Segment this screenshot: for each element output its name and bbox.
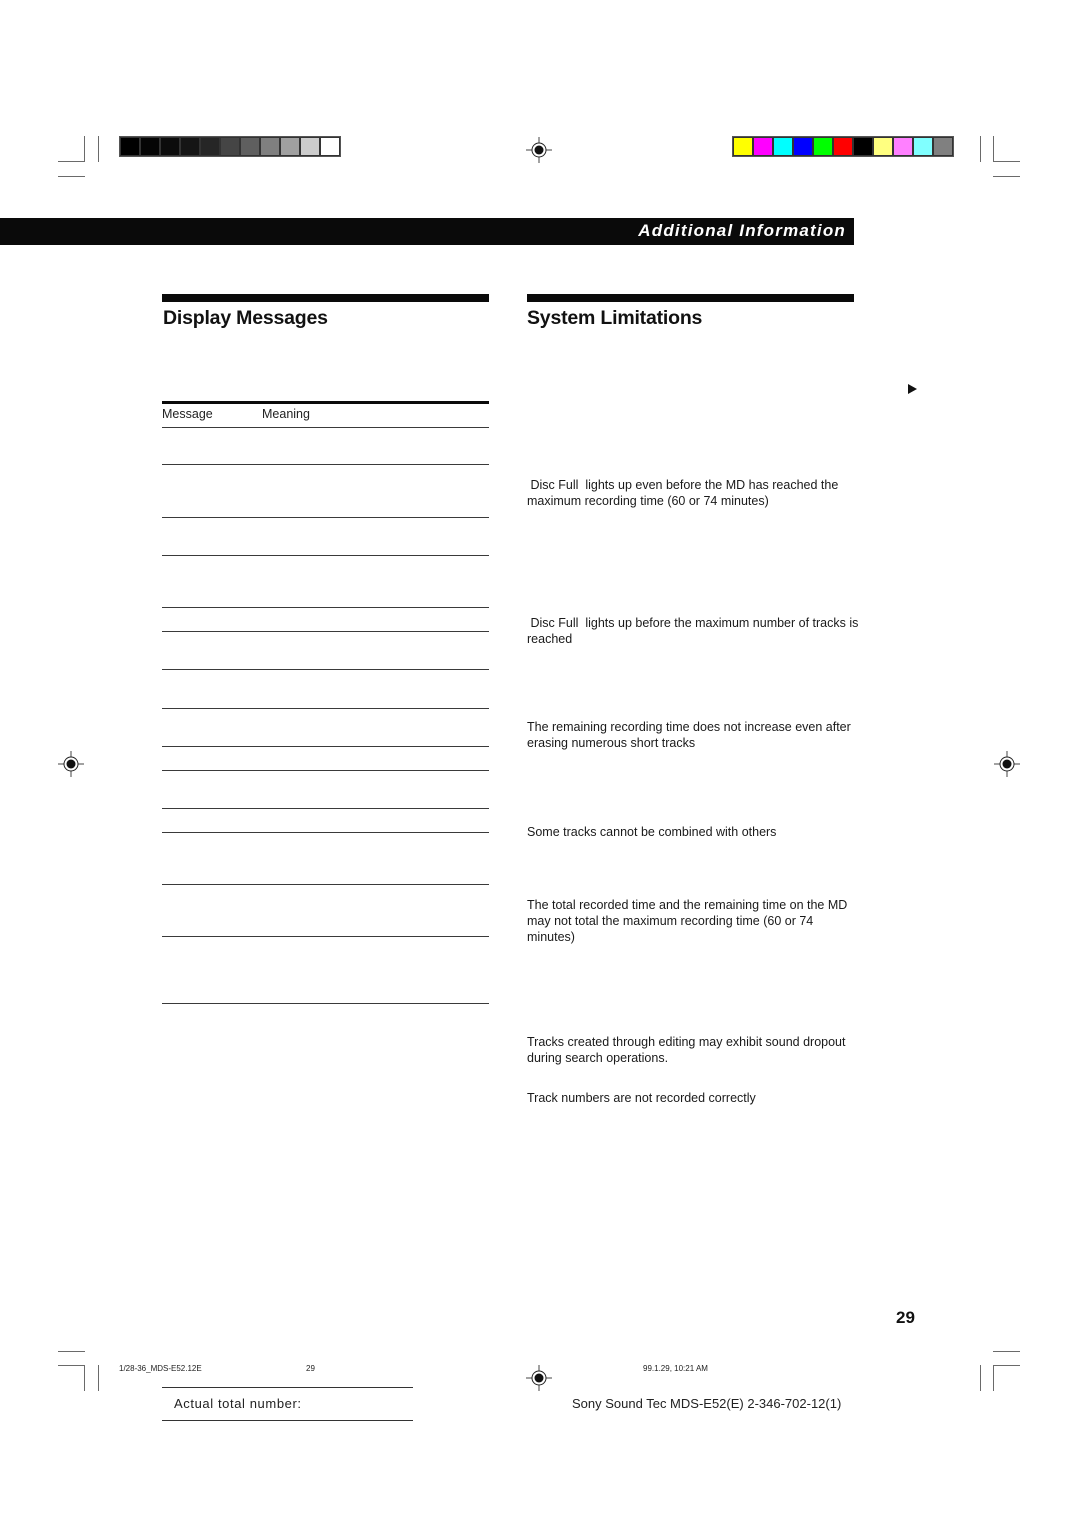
color-swatch — [221, 138, 239, 155]
continued-arrow-icon — [908, 384, 917, 394]
color-swatch — [794, 138, 812, 155]
color-swatch — [854, 138, 872, 155]
color-swatch — [894, 138, 912, 155]
crop-mark-top-left — [58, 176, 85, 177]
limitation-item: Track numbers are not recorded correctly — [527, 1091, 756, 1105]
table-row-rule — [162, 708, 489, 709]
limitation-item: The total recorded time and the remainin… — [527, 898, 848, 944]
color-swatch — [161, 138, 179, 155]
footer-rule-bottom — [162, 1420, 413, 1421]
table-header-meaning: Meaning — [262, 407, 310, 421]
footer-rule-top — [162, 1387, 413, 1388]
crop-mark-top-right — [993, 136, 994, 162]
crop-mark-bottom-left — [84, 1365, 85, 1391]
table-row-rule — [162, 936, 489, 937]
product-code: Sony Sound Tec MDS-E52(E) 2-346-702-12(1… — [572, 1396, 842, 1411]
crop-mark-top-left — [58, 161, 85, 162]
table-row-rule — [162, 884, 489, 885]
color-swatch — [934, 138, 952, 155]
limitation-item: Disc Full lights up even before the MD h… — [527, 478, 842, 508]
limitation-item: Disc Full lights up before the maximum n… — [527, 616, 862, 646]
crop-mark-bottom-left — [98, 1365, 99, 1391]
registration-target-icon — [526, 137, 552, 163]
display-messages-title: Display Messages — [163, 307, 328, 329]
crop-mark-top-right — [980, 136, 981, 162]
table-header-rule — [162, 427, 489, 428]
table-row-rule — [162, 555, 489, 556]
color-swatch — [754, 138, 772, 155]
crop-mark-top-right — [993, 161, 1020, 162]
table-row-rule — [162, 669, 489, 670]
limitation-item: Tracks created through editing may exhib… — [527, 1035, 846, 1065]
table-row-rule — [162, 746, 489, 747]
table-row-rule — [162, 1003, 489, 1004]
table-row-rule — [162, 631, 489, 632]
color-swatch — [814, 138, 832, 155]
table-header-message: Message — [162, 407, 213, 421]
limitation-item: Some tracks cannot be combined with othe… — [527, 825, 777, 839]
color-swatch — [201, 138, 219, 155]
page-number: 29 — [896, 1308, 915, 1327]
color-swatch — [874, 138, 892, 155]
crop-mark-bottom-right — [980, 1365, 981, 1391]
color-swatch — [834, 138, 852, 155]
actual-total-number-label: Actual total number: — [174, 1396, 302, 1411]
process-color-bar — [732, 136, 954, 157]
slug-page-number: 29 — [306, 1364, 315, 1373]
table-row-rule — [162, 464, 489, 465]
table-row-rule — [162, 832, 489, 833]
crop-mark-bottom-left — [58, 1365, 85, 1366]
section-rule — [162, 294, 489, 302]
color-swatch — [181, 138, 199, 155]
table-top-rule — [162, 401, 489, 404]
section-rule — [527, 294, 854, 302]
crop-mark-bottom-right — [993, 1365, 1020, 1366]
color-swatch — [734, 138, 752, 155]
table-row-rule — [162, 808, 489, 809]
registration-target-icon — [526, 1365, 552, 1391]
crop-mark-bottom-right — [993, 1351, 1020, 1352]
table-row-rule — [162, 770, 489, 771]
registration-target-icon — [58, 751, 84, 777]
section-header-band: Additional Information — [0, 218, 854, 245]
color-swatch — [141, 138, 159, 155]
color-swatch — [121, 138, 139, 155]
color-swatch — [301, 138, 319, 155]
slug-file-name: 1/28-36_MDS-E52.12E — [119, 1364, 202, 1373]
color-swatch — [261, 138, 279, 155]
crop-mark-bottom-left — [58, 1351, 85, 1352]
crop-mark-bottom-right — [993, 1365, 994, 1391]
registration-target-icon — [994, 751, 1020, 777]
limitation-item: The remaining recording time does not in… — [527, 720, 851, 750]
crop-mark-top-left — [84, 136, 85, 162]
slug-timestamp: 99.1.29, 10:21 AM — [643, 1364, 708, 1373]
table-row-rule — [162, 607, 489, 608]
section-header-label: Additional Information — [638, 221, 846, 240]
crop-mark-top-left — [98, 136, 99, 162]
color-swatch — [914, 138, 932, 155]
color-swatch — [321, 138, 339, 155]
color-swatch — [281, 138, 299, 155]
color-swatch — [774, 138, 792, 155]
table-row-rule — [162, 517, 489, 518]
grayscale-color-bar — [119, 136, 341, 157]
color-swatch — [241, 138, 259, 155]
system-limitations-title: System Limitations — [527, 307, 703, 329]
crop-mark-top-right — [993, 176, 1020, 177]
